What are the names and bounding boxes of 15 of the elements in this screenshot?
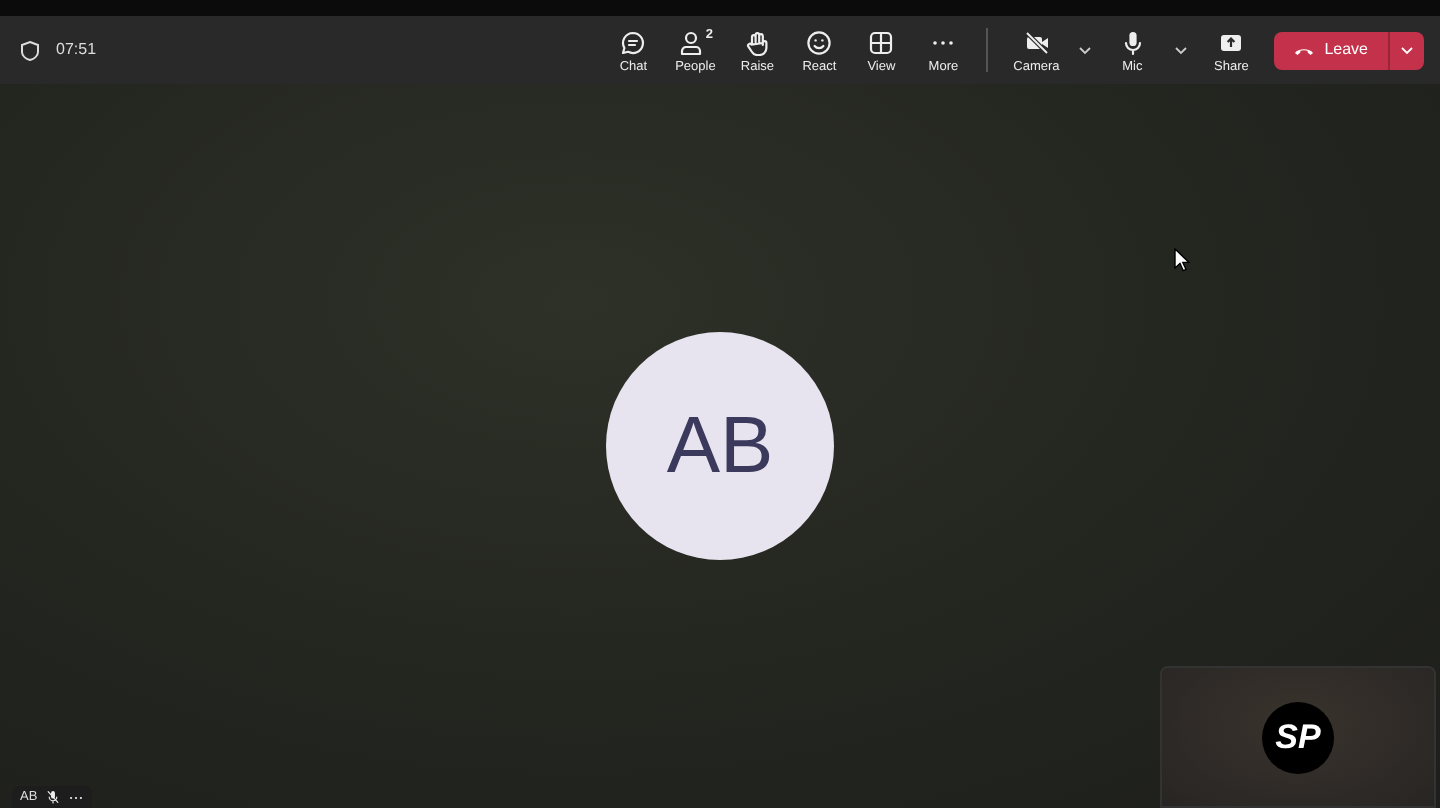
meeting-timer: 07:51 xyxy=(56,38,97,62)
caret-icon xyxy=(1077,45,1092,55)
chat-icon xyxy=(620,29,647,56)
phone-hangup-icon xyxy=(1294,45,1315,55)
people-icon xyxy=(677,29,704,56)
smiley-icon xyxy=(806,29,833,56)
hand-icon xyxy=(744,29,771,56)
self-view-logo: SP xyxy=(1262,701,1334,773)
grid-icon xyxy=(868,29,895,56)
participant-avatar: AB xyxy=(606,332,834,560)
caret-icon xyxy=(1400,45,1414,55)
shield-icon xyxy=(20,39,40,61)
share-icon xyxy=(1218,29,1245,56)
caret-icon xyxy=(1173,45,1188,55)
mouse-cursor-icon xyxy=(1174,248,1190,272)
